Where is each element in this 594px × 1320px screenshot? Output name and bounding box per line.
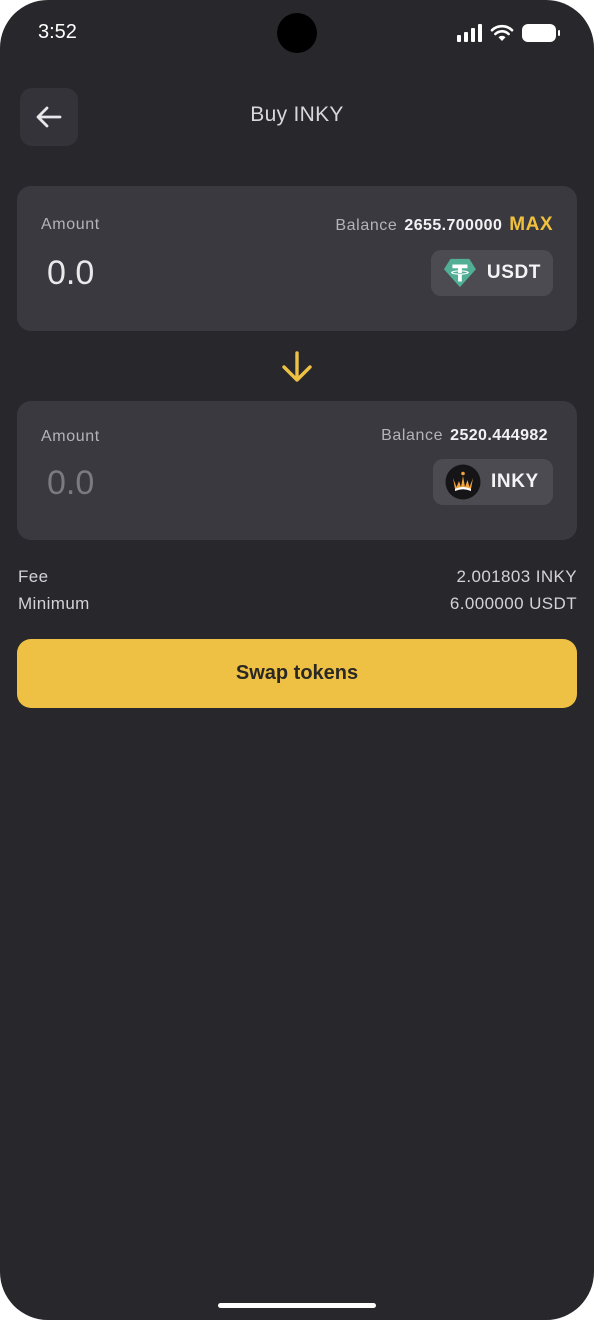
from-amount-label: Amount — [41, 216, 100, 233]
inky-crown-icon — [445, 464, 481, 500]
from-balance-value: 2655.700000 — [404, 217, 503, 234]
to-token-selector[interactable]: INKY — [433, 459, 553, 505]
home-indicator[interactable] — [218, 1303, 376, 1308]
status-time: 3:52 — [38, 21, 77, 43]
to-balance-label: Balance — [381, 427, 444, 444]
status-icons — [457, 22, 560, 44]
fee-value: 2.001803 INKY — [456, 567, 577, 586]
from-token-selector[interactable]: USDT — [431, 250, 553, 296]
camera-cutout — [277, 13, 317, 53]
to-amount-input[interactable]: 0.0 — [47, 464, 94, 503]
battery-icon — [522, 24, 560, 42]
swap-tokens-button[interactable]: Swap tokens — [17, 639, 577, 708]
fee-label: Fee — [18, 567, 49, 586]
wifi-icon — [490, 24, 514, 41]
page-title: Buy INKY — [250, 103, 344, 126]
fee-row: Fee 2.001803 INKY — [18, 567, 577, 587]
to-balance-value: 2520.444982 — [450, 427, 548, 444]
from-token-card: Amount Balance 2655.700000 MAX 0.0 USDT — [17, 186, 577, 331]
minimum-value: 6.000000 USDT — [449, 594, 577, 613]
cellular-signal-icon — [457, 24, 482, 42]
from-token-name: USDT — [486, 262, 541, 283]
to-token-name: INKY — [491, 471, 539, 492]
phone-screen: 3:52 Buy INKY Amount Balance 2655.700000… — [0, 0, 594, 1320]
from-amount-input[interactable]: 0.0 — [47, 254, 94, 293]
to-balance: Balance 2520.444982 — [381, 427, 548, 445]
tether-icon — [443, 258, 476, 288]
from-balance: Balance 2655.700000 MAX — [335, 214, 553, 236]
minimum-row: Minimum 6.000000 USDT — [18, 594, 577, 614]
arrow-down-icon — [282, 351, 312, 382]
minimum-label: Minimum — [18, 594, 90, 613]
to-amount-label: Amount — [41, 428, 100, 445]
max-button[interactable]: MAX — [509, 214, 553, 236]
from-balance-label: Balance — [335, 217, 398, 234]
to-token-card: Amount Balance 2520.444982 0.0 INKY — [17, 401, 577, 540]
